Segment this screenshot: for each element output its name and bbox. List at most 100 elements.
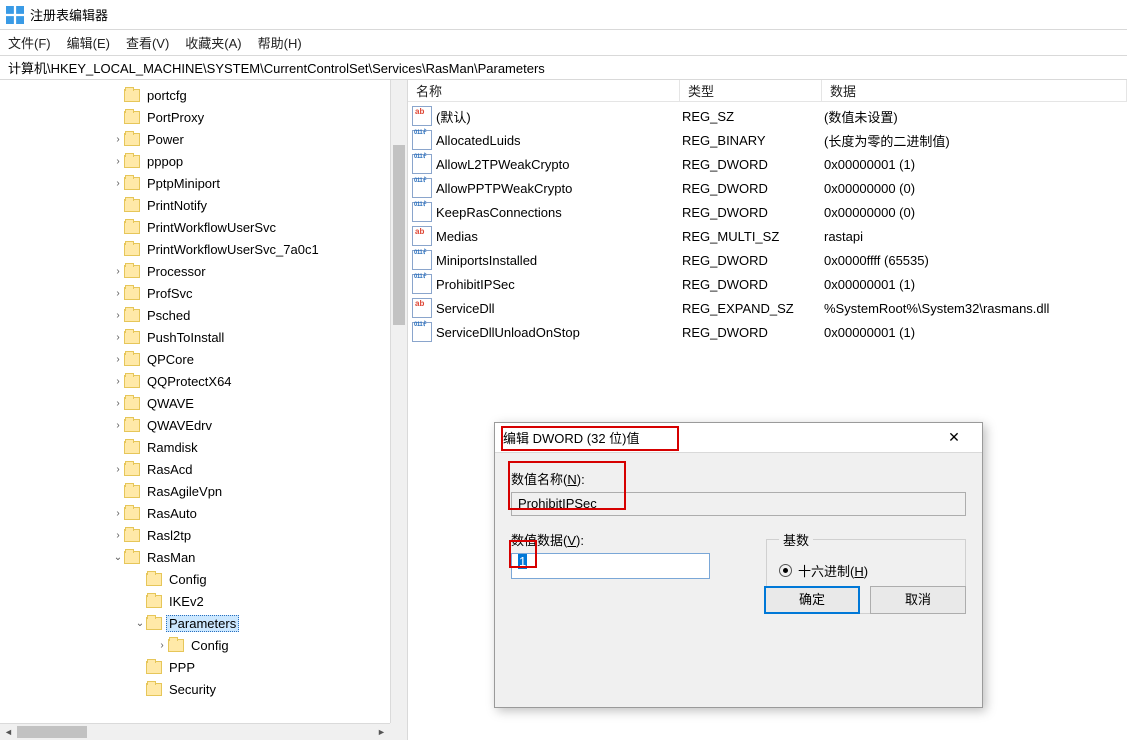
- tree-item-label: Rasl2tp: [144, 527, 194, 544]
- expand-chevron-icon[interactable]: ›: [112, 134, 124, 145]
- string-value-icon: [412, 298, 432, 318]
- scroll-right-arrow-icon[interactable]: ►: [373, 724, 390, 740]
- expand-chevron-icon[interactable]: ⌄: [134, 618, 146, 629]
- value-row[interactable]: ProhibitIPSecREG_DWORD0x00000001 (1): [408, 272, 1127, 296]
- value-data: 0x00000000 (0): [824, 181, 1127, 196]
- folder-icon: [124, 551, 140, 564]
- tree-item[interactable]: Ramdisk: [0, 436, 390, 458]
- value-row[interactable]: AllowPPTPWeakCryptoREG_DWORD0x00000000 (…: [408, 176, 1127, 200]
- folder-icon: [146, 595, 162, 608]
- tree-item[interactable]: IKEv2: [0, 590, 390, 612]
- tree-item-label: QQProtectX64: [144, 373, 235, 390]
- tree-item[interactable]: ›pppop: [0, 150, 390, 172]
- tree-item[interactable]: ›Psched: [0, 304, 390, 326]
- tree-item[interactable]: › QQProtectX64: [0, 370, 390, 392]
- value-row[interactable]: MediasREG_MULTI_SZrastapi: [408, 224, 1127, 248]
- tree-item-label: Power: [144, 131, 187, 148]
- close-icon[interactable]: ✕: [934, 429, 974, 446]
- tree-item[interactable]: ›RasAuto: [0, 502, 390, 524]
- menu-item[interactable]: 帮助(H): [258, 33, 302, 52]
- tree-item[interactable]: › Power: [0, 128, 390, 150]
- value-name: ServiceDll: [436, 301, 682, 316]
- value-data-input[interactable]: 1: [511, 553, 710, 579]
- folder-icon: [124, 89, 140, 102]
- tree-item-label: ProfSvc: [144, 285, 196, 302]
- tree-item[interactable]: PPP: [0, 656, 390, 678]
- dialog-title: 编辑 DWORD (32 位)值: [503, 428, 934, 447]
- menu-item[interactable]: 文件(F): [8, 33, 51, 52]
- folder-icon: [124, 221, 140, 234]
- tree-item[interactable]: PrintWorkflowUserSvc_7a0c1: [0, 238, 390, 260]
- expand-chevron-icon[interactable]: ›: [112, 178, 124, 189]
- expand-chevron-icon[interactable]: ›: [112, 464, 124, 475]
- value-row[interactable]: ServiceDllUnloadOnStopREG_DWORD0x0000000…: [408, 320, 1127, 344]
- tree-vertical-scrollbar[interactable]: [390, 80, 407, 723]
- folder-icon: [124, 133, 140, 146]
- tree-item[interactable]: PrintNotify: [0, 194, 390, 216]
- tree-item[interactable]: PortProxy: [0, 106, 390, 128]
- tree-item-label: PushToInstall: [144, 329, 227, 346]
- tree-item[interactable]: ⌄RasMan: [0, 546, 390, 568]
- menu-item[interactable]: 编辑(E): [67, 33, 110, 52]
- cancel-button[interactable]: 取消: [870, 586, 966, 614]
- value-row[interactable]: KeepRasConnectionsREG_DWORD0x00000000 (0…: [408, 200, 1127, 224]
- tree-item[interactable]: ›QWAVE: [0, 392, 390, 414]
- expand-chevron-icon[interactable]: ›: [112, 508, 124, 519]
- dialog-titlebar[interactable]: 编辑 DWORD (32 位)值 ✕: [495, 423, 982, 453]
- tree-item[interactable]: ›PptpMiniport: [0, 172, 390, 194]
- column-name[interactable]: 名称: [408, 80, 680, 101]
- tree-item[interactable]: ›Config: [0, 634, 390, 656]
- tree-item[interactable]: Security: [0, 678, 390, 700]
- folder-icon: [146, 661, 162, 674]
- expand-chevron-icon[interactable]: ›: [112, 156, 124, 167]
- tree-item[interactable]: › PushToInstall: [0, 326, 390, 348]
- expand-chevron-icon[interactable]: ›: [112, 310, 124, 321]
- expand-chevron-icon[interactable]: ›: [112, 332, 124, 343]
- tree-item[interactable]: portcfg: [0, 84, 390, 106]
- tree-horizontal-scrollbar[interactable]: ◄ ►: [0, 723, 390, 740]
- value-row[interactable]: AllowL2TPWeakCryptoREG_DWORD0x00000001 (…: [408, 152, 1127, 176]
- ok-button[interactable]: 确定: [764, 586, 860, 614]
- value-row[interactable]: ServiceDllREG_EXPAND_SZ%SystemRoot%\Syst…: [408, 296, 1127, 320]
- column-type[interactable]: 类型: [680, 80, 822, 101]
- expand-chevron-icon[interactable]: ›: [112, 288, 124, 299]
- folder-icon: [124, 111, 140, 124]
- tree-item[interactable]: ⌄Parameters: [0, 612, 390, 634]
- expand-chevron-icon[interactable]: ›: [112, 530, 124, 541]
- value-type: REG_DWORD: [682, 325, 824, 340]
- menu-item[interactable]: 查看(V): [126, 33, 169, 52]
- tree-item[interactable]: › QWAVEdrv: [0, 414, 390, 436]
- expand-chevron-icon[interactable]: ›: [112, 354, 124, 365]
- value-name: (默认): [436, 107, 682, 126]
- expand-chevron-icon[interactable]: ›: [156, 640, 168, 651]
- folder-icon: [124, 463, 140, 476]
- expand-chevron-icon[interactable]: ›: [112, 420, 124, 431]
- value-data: 0x00000001 (1): [824, 277, 1127, 292]
- tree-item[interactable]: RasAgileVpn: [0, 480, 390, 502]
- radio-hex[interactable]: 十六进制(H): [779, 561, 953, 580]
- value-row[interactable]: (默认)REG_SZ(数值未设置): [408, 104, 1127, 128]
- tree-item-label: RasAgileVpn: [144, 483, 225, 500]
- tree-item[interactable]: ›QPCore: [0, 348, 390, 370]
- folder-icon: [168, 639, 184, 652]
- tree-item-label: PrintWorkflowUserSvc_7a0c1: [144, 241, 322, 258]
- tree-item[interactable]: ›RasAcd: [0, 458, 390, 480]
- menu-item[interactable]: 收藏夹(A): [185, 33, 241, 52]
- expand-chevron-icon[interactable]: ›: [112, 398, 124, 409]
- expand-chevron-icon[interactable]: ›: [112, 376, 124, 387]
- expand-chevron-icon[interactable]: ⌄: [112, 552, 124, 563]
- tree-item[interactable]: ›Processor: [0, 260, 390, 282]
- column-data[interactable]: 数据: [822, 80, 1127, 101]
- folder-icon: [124, 265, 140, 278]
- tree-item[interactable]: › Rasl2tp: [0, 524, 390, 546]
- tree-item[interactable]: › ProfSvc: [0, 282, 390, 304]
- value-row[interactable]: MiniportsInstalledREG_DWORD0x0000ffff (6…: [408, 248, 1127, 272]
- tree-item[interactable]: PrintWorkflowUserSvc: [0, 216, 390, 238]
- scroll-left-arrow-icon[interactable]: ◄: [0, 724, 17, 740]
- binary-value-icon: [412, 130, 432, 150]
- expand-chevron-icon[interactable]: ›: [112, 266, 124, 277]
- tree-item-label: QWAVEdrv: [144, 417, 215, 434]
- tree-item[interactable]: Config: [0, 568, 390, 590]
- value-row[interactable]: AllocatedLuidsREG_BINARY(长度为零的二进制值): [408, 128, 1127, 152]
- address-bar[interactable]: 计算机\HKEY_LOCAL_MACHINE\SYSTEM\CurrentCon…: [0, 56, 1127, 80]
